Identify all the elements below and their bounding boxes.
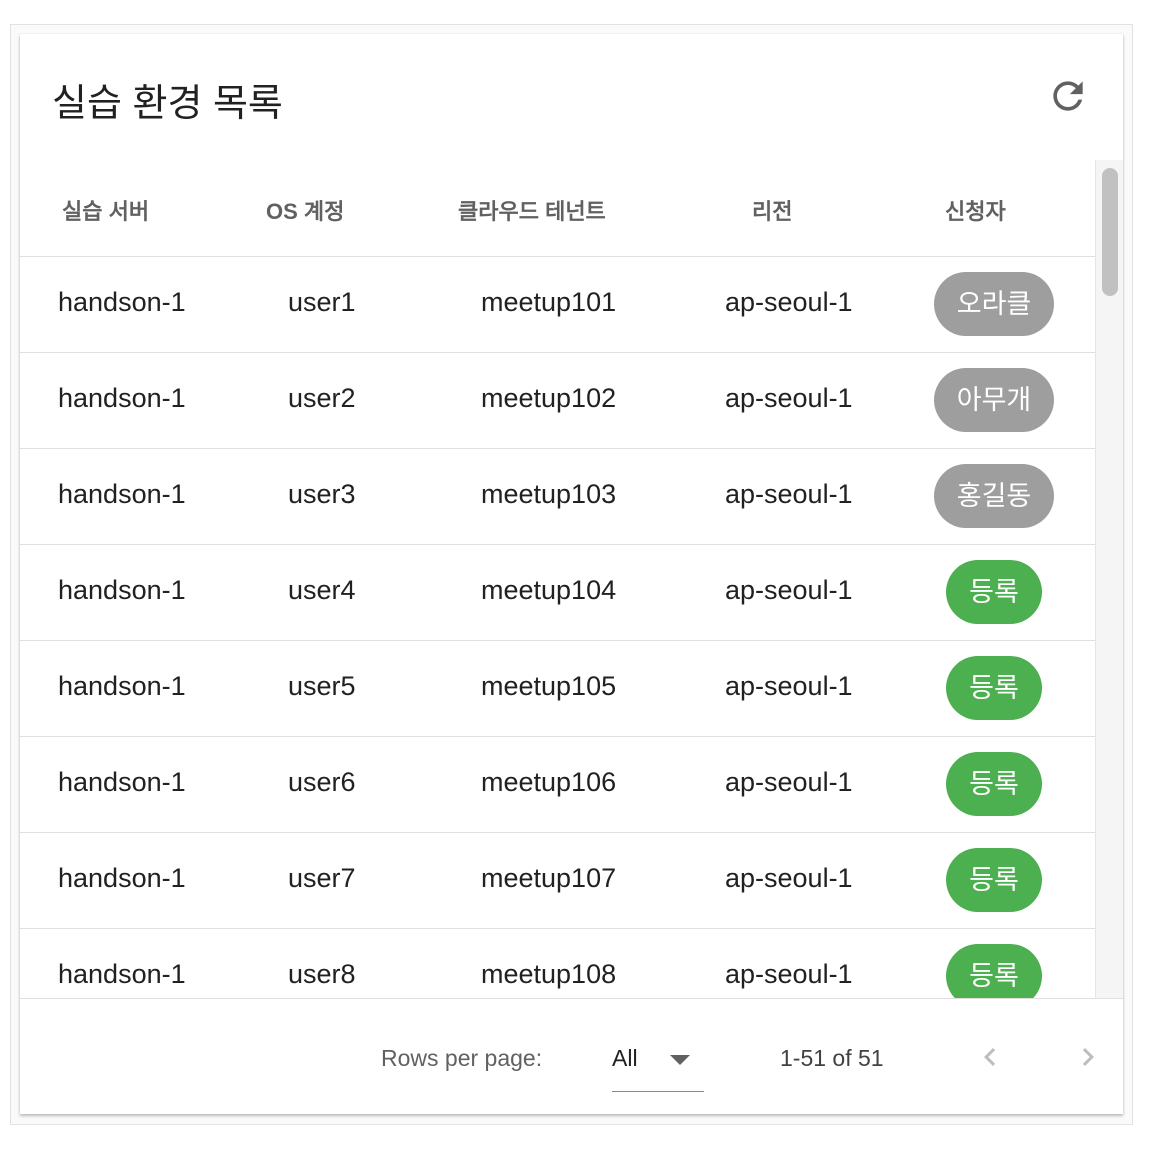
tenant-cell: meetup103 [481,479,617,509]
chevron-right-icon [1082,1048,1094,1066]
rows-per-page-label: Rows per page: [381,1045,543,1071]
refresh-icon [1053,81,1083,111]
header-cloud-tenant[interactable]: 클라우드 테넌트 [458,194,606,226]
register-button[interactable]: 등록 [946,752,1042,816]
os-account-cell: user7 [288,863,356,893]
register-button[interactable]: 등록 [946,656,1042,720]
region-cell: ap-seoul-1 [725,383,853,413]
register-button[interactable]: 등록 [946,560,1042,624]
arrow-drop-down-icon [670,1055,690,1065]
header-server[interactable]: 실습 서버 [62,194,149,226]
server-cell: handson-1 [58,575,186,605]
header-region[interactable]: 리전 [752,194,792,226]
os-account-cell: user3 [288,479,356,509]
tenant-cell: meetup101 [481,287,617,317]
server-cell: handson-1 [58,959,186,989]
server-cell: handson-1 [58,671,186,701]
refresh-button[interactable] [1046,74,1090,118]
pagination-range: 1-51 of 51 [780,1045,884,1071]
rows-per-page-value: All [612,1045,638,1071]
scrollbar-thumb[interactable] [1102,168,1118,296]
os-account-cell: user4 [288,575,356,605]
server-cell: handson-1 [58,383,186,413]
table-row: handson-1 user1 meetup101 ap-seoul-1 오라클 [20,257,1095,353]
environment-table: 실습 서버 OS 계정 클라우드 테넌트 리전 신청자 handson-1 use… [20,160,1123,998]
table-row: handson-1 user8 meetup108 ap-seoul-1 등록 [20,929,1095,998]
tenant-cell: meetup105 [481,671,617,701]
table-row: handson-1 user6 meetup106 ap-seoul-1 등록 [20,737,1095,833]
header-applicant[interactable]: 신청자 [945,194,1006,226]
table-row: handson-1 user7 meetup107 ap-seoul-1 등록 [20,833,1095,929]
table-header: 실습 서버 OS 계정 클라우드 테넌트 리전 신청자 [20,160,1095,257]
chevron-left-icon [984,1048,996,1066]
os-account-cell: user1 [288,287,356,317]
tenant-cell: meetup108 [481,959,617,989]
header-os-account[interactable]: OS 계정 [266,194,344,226]
table-row: handson-1 user5 meetup105 ap-seoul-1 등록 [20,641,1095,737]
server-cell: handson-1 [58,863,186,893]
os-account-cell: user5 [288,671,356,701]
applicant-chip[interactable]: 오라클 [934,272,1054,336]
rows-per-page-select[interactable]: All [612,1035,704,1092]
next-page-button[interactable] [1070,1039,1106,1075]
table-footer: Rows per page: All 1-51 of 51 [20,998,1123,1115]
vertical-scrollbar[interactable] [1095,160,1123,998]
region-cell: ap-seoul-1 [725,863,853,893]
region-cell: ap-seoul-1 [725,671,853,701]
tenant-cell: meetup102 [481,383,617,413]
os-account-cell: user8 [288,959,356,989]
applicant-chip[interactable]: 홍길동 [934,464,1054,528]
region-cell: ap-seoul-1 [725,575,853,605]
region-cell: ap-seoul-1 [725,767,853,797]
server-cell: handson-1 [58,767,186,797]
register-button[interactable]: 등록 [946,944,1042,998]
region-cell: ap-seoul-1 [725,479,853,509]
table-row: handson-1 user3 meetup103 ap-seoul-1 홍길동 [20,449,1095,545]
os-account-cell: user6 [288,767,356,797]
tenant-cell: meetup104 [481,575,617,605]
tenant-cell: meetup107 [481,863,617,893]
card-title: 실습 환경 목록 [52,83,283,125]
server-cell: handson-1 [58,479,186,509]
os-account-cell: user2 [288,383,356,413]
table-row: handson-1 user2 meetup102 ap-seoul-1 아무개 [20,353,1095,449]
region-cell: ap-seoul-1 [725,959,853,989]
environment-list-card: 실습 환경 목록 실습 서버 OS 계정 클라우드 테넌트 리전 신청자 han… [20,34,1123,1114]
region-cell: ap-seoul-1 [725,287,853,317]
previous-page-button[interactable] [972,1039,1008,1075]
server-cell: handson-1 [58,287,186,317]
tenant-cell: meetup106 [481,767,617,797]
applicant-chip[interactable]: 아무개 [934,368,1054,432]
register-button[interactable]: 등록 [946,848,1042,912]
table-row: handson-1 user4 meetup104 ap-seoul-1 등록 [20,545,1095,641]
table-body: handson-1 user1 meetup101 ap-seoul-1 오라클 hand… [20,257,1095,998]
